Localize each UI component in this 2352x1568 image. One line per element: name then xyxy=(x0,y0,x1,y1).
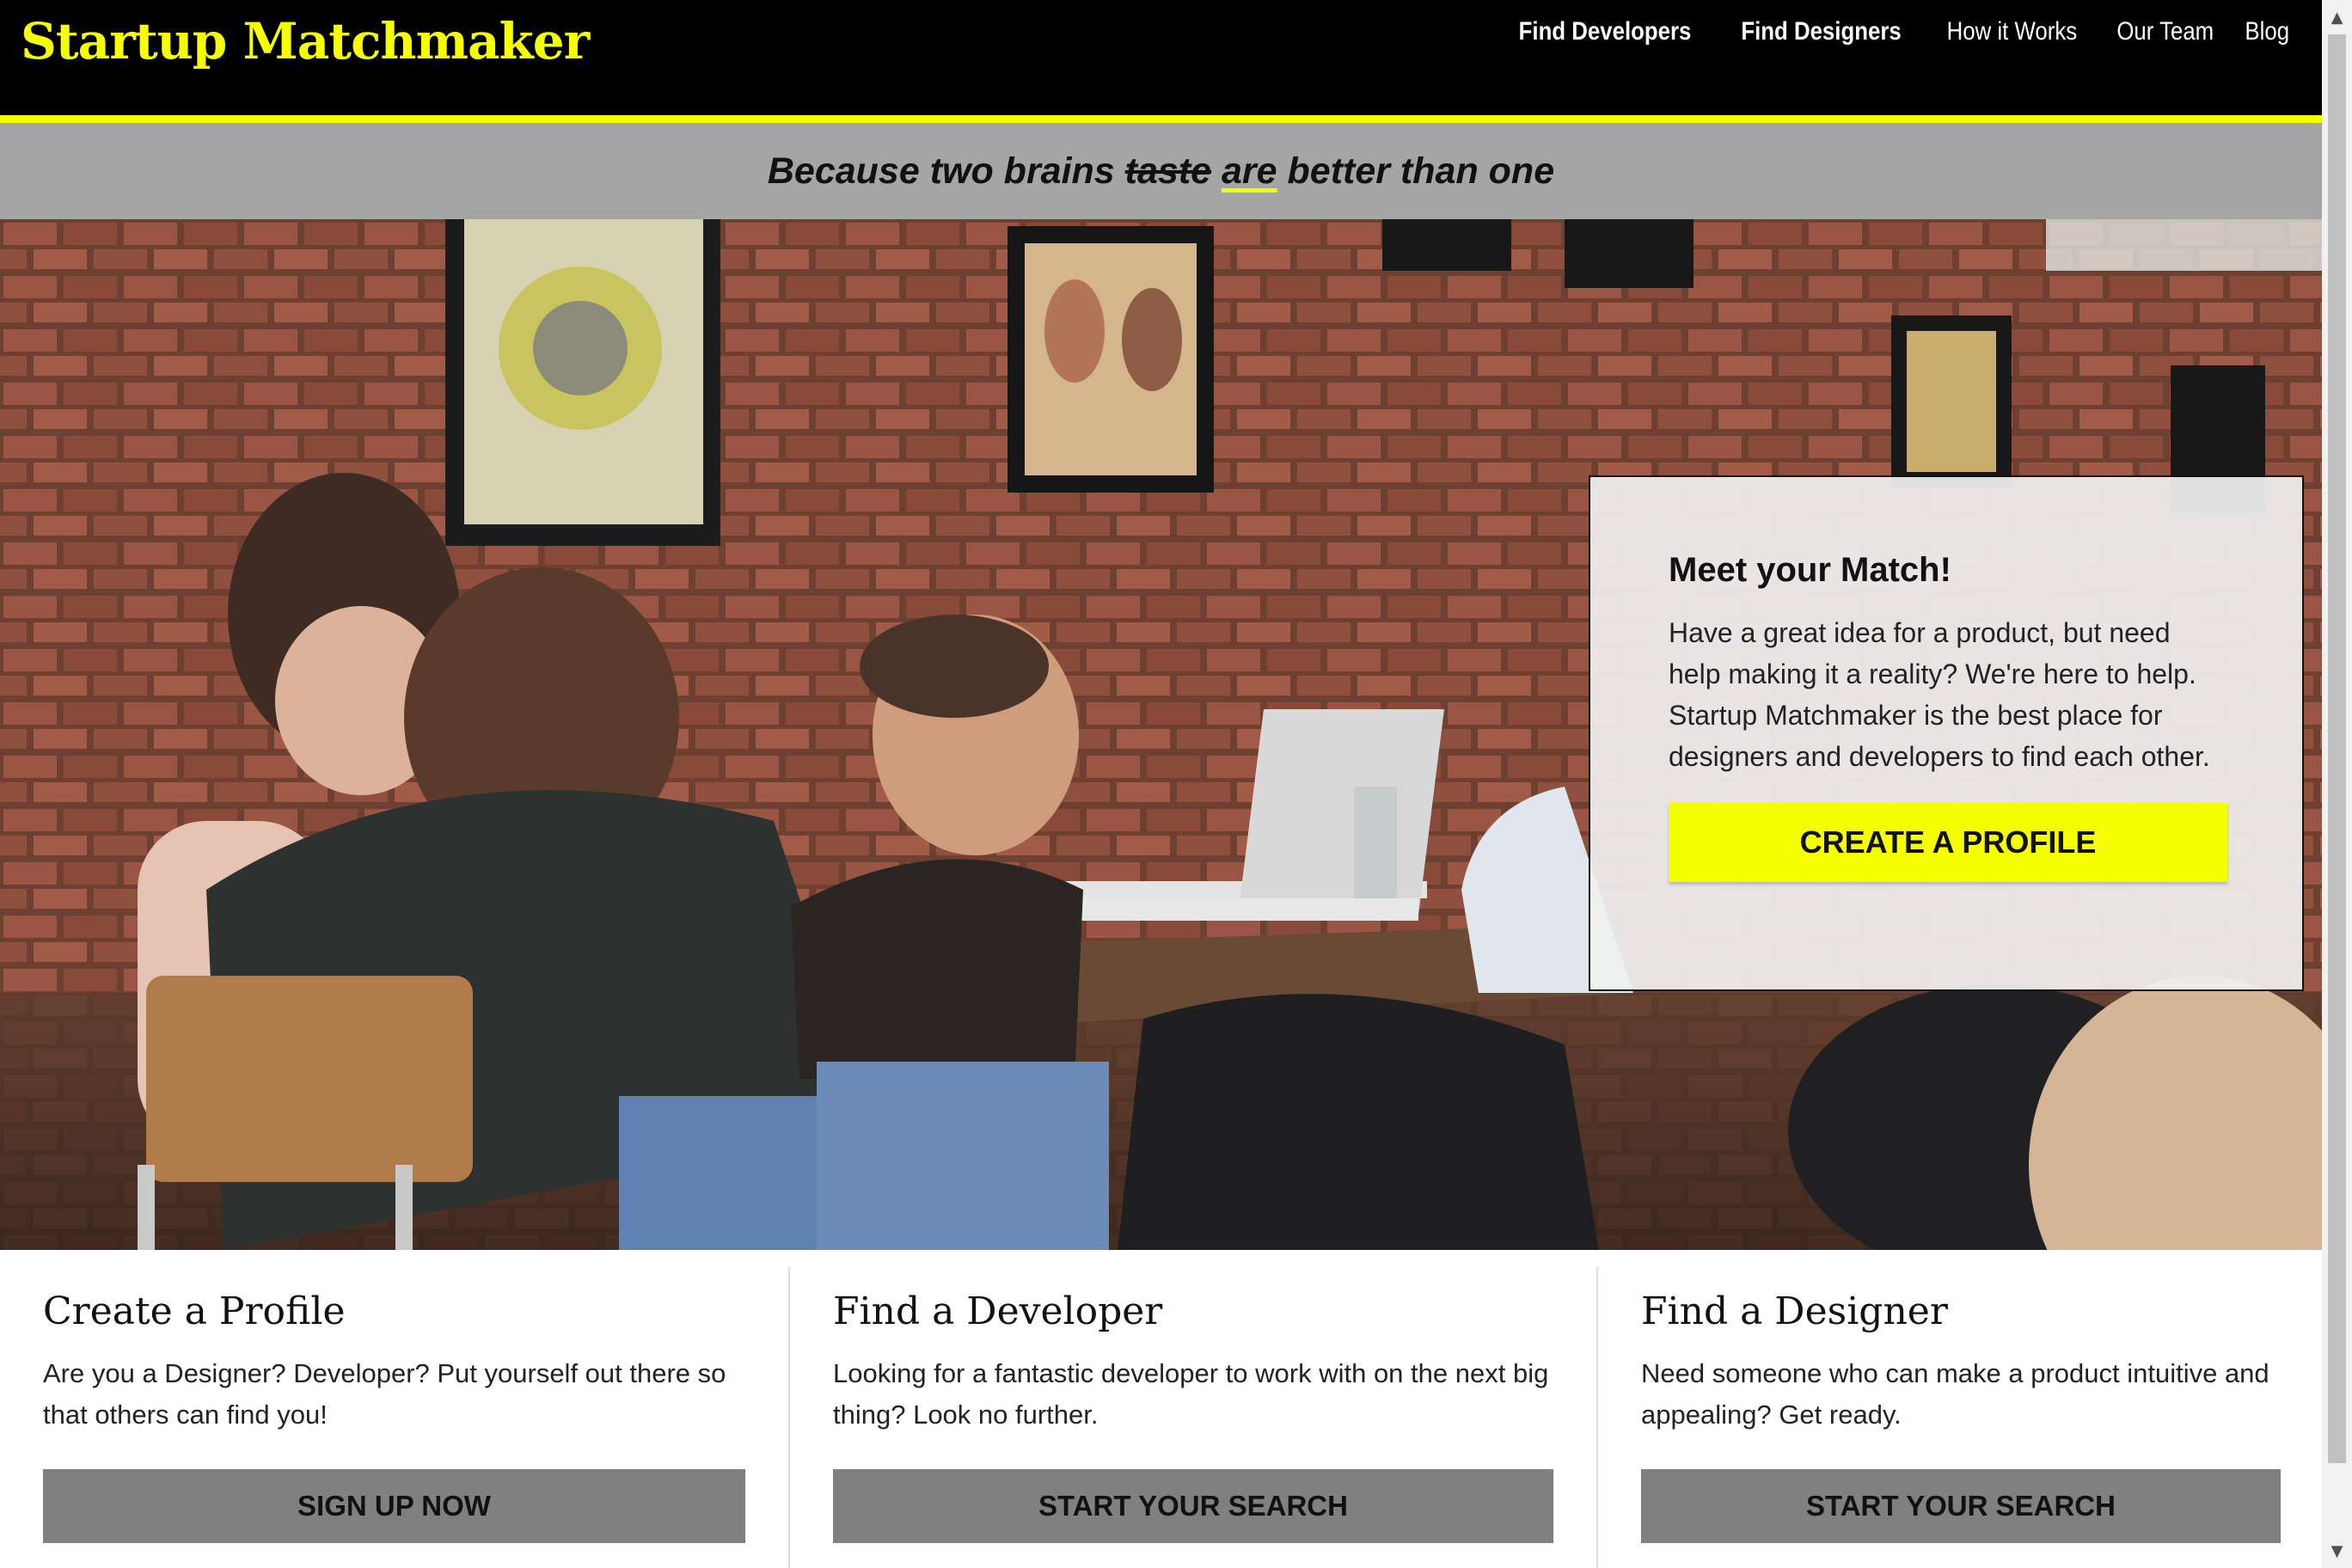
tagline-text-end: better than one xyxy=(1277,150,1555,192)
feature-find-developer: Find a Developer Looking for a fantastic… xyxy=(833,1250,1553,1568)
top-nav-bar: Startup Matchmaker Find Developers Find … xyxy=(0,0,2322,123)
feature-columns: Create a Profile Are you a Designer? Dev… xyxy=(0,1250,2322,1568)
column-divider xyxy=(788,1267,790,1568)
tagline-underlined-word: are xyxy=(1222,150,1277,192)
feature-title: Find a Developer xyxy=(833,1289,1163,1333)
column-divider xyxy=(1596,1267,1598,1568)
main-nav: Find Developers Find Designers How it Wo… xyxy=(1491,17,2289,46)
sign-up-now-button[interactable]: SIGN UP NOW xyxy=(43,1469,745,1543)
feature-title: Create a Profile xyxy=(43,1289,346,1333)
start-search-designers-button[interactable]: START YOUR SEARCH xyxy=(1641,1469,2281,1543)
nav-find-designers[interactable]: Find Designers xyxy=(1741,17,1901,46)
scrollbar-thumb[interactable] xyxy=(2328,34,2346,1463)
start-search-developers-button[interactable]: START YOUR SEARCH xyxy=(833,1469,1553,1543)
page-scrollbar[interactable]: ▲ ▼ xyxy=(2322,0,2352,1568)
feature-description: Are you a Designer? Developer? Put yours… xyxy=(43,1358,726,1430)
meet-your-match-card: Meet your Match! Have a great idea for a… xyxy=(1589,475,2304,991)
tagline-text-start: Because two brains xyxy=(767,150,1125,192)
nav-how-it-works[interactable]: How it Works xyxy=(1946,17,2076,46)
nav-find-developers[interactable]: Find Developers xyxy=(1518,17,1691,46)
tagline-struck-word: taste xyxy=(1124,150,1212,192)
feature-description: Need someone who can make a product intu… xyxy=(1641,1358,2269,1430)
hero-section: Meet your Match! Have a great idea for a… xyxy=(0,219,2322,1250)
feature-title: Find a Designer xyxy=(1641,1289,1948,1333)
create-profile-button[interactable]: CREATE A PROFILE xyxy=(1669,803,2227,882)
site-logo[interactable]: Startup Matchmaker xyxy=(21,12,590,70)
match-card-description: Have a great idea for a product, but nee… xyxy=(1669,617,2210,772)
nav-blog[interactable]: Blog xyxy=(2245,17,2289,46)
feature-create-profile: Create a Profile Are you a Designer? Dev… xyxy=(43,1250,745,1568)
match-card-title: Meet your Match! xyxy=(1669,551,1951,589)
feature-find-designer: Find a Designer Need someone who can mak… xyxy=(1641,1250,2281,1568)
scroll-up-arrow-icon[interactable]: ▲ xyxy=(2322,0,2352,34)
nav-our-team[interactable]: Our Team xyxy=(2116,17,2214,46)
tagline-banner: Because two brains taste are better than… xyxy=(0,123,2322,219)
feature-description: Looking for a fantastic developer to wor… xyxy=(833,1358,1549,1430)
scroll-down-arrow-icon[interactable]: ▼ xyxy=(2322,1534,2352,1568)
